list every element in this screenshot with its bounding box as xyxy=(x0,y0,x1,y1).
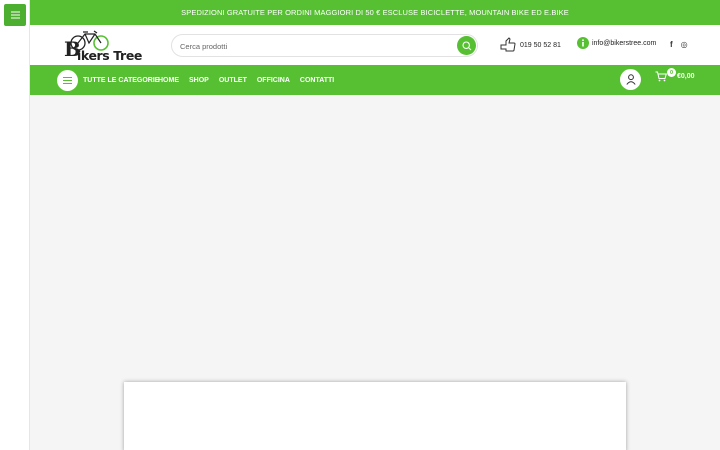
site-logo[interactable]: B ikers Tree xyxy=(64,29,146,63)
instagram-icon[interactable]: ◎ xyxy=(681,40,688,49)
popup-panel xyxy=(124,382,626,450)
search-bar xyxy=(171,34,478,57)
hamburger-icon xyxy=(10,11,20,19)
phone-number: 019 50 52 81 xyxy=(520,41,561,49)
nav-item-outlet[interactable]: OUTLET xyxy=(219,77,247,84)
logo-text: ikers Tree xyxy=(77,48,142,63)
nav-item-contatti[interactable]: CONTATTI xyxy=(300,77,334,84)
email-address: info@bikerstree.com xyxy=(592,39,657,47)
user-icon xyxy=(625,74,636,85)
nav-item-shop[interactable]: SHOP xyxy=(189,77,209,84)
nav-item-home[interactable]: HOME xyxy=(158,77,179,84)
all-categories-button[interactable]: TUTTE LE CATEGORIE xyxy=(57,70,159,91)
promo-text: SPEDIZIONI GRATUITE PER ORDINI MAGGIORI … xyxy=(181,8,569,17)
facebook-icon[interactable]: f xyxy=(670,40,673,49)
phone-contact[interactable]: 019 50 52 81 xyxy=(499,37,561,53)
search-button[interactable] xyxy=(457,36,476,55)
promo-bar: SPEDIZIONI GRATUITE PER ORDINI MAGGIORI … xyxy=(30,0,720,25)
account-button[interactable] xyxy=(620,69,641,90)
nav-item-officina[interactable]: OFFICINA xyxy=(257,77,290,84)
main-navigation: TUTTE LE CATEGORIE HOME SHOP OUTLET OFFI… xyxy=(30,65,720,95)
hamburger-icon xyxy=(63,77,72,84)
categories-menu-icon-circle xyxy=(57,70,78,91)
info-icon xyxy=(577,37,589,49)
social-links: f ◎ xyxy=(670,40,688,49)
cart-button[interactable]: 0 €0,00 xyxy=(655,68,695,82)
phone-hand-icon xyxy=(500,37,516,52)
email-contact[interactable]: info@bikerstree.com xyxy=(577,37,656,49)
cart-total: €0,00 xyxy=(677,73,695,80)
cart-icon xyxy=(655,71,667,82)
left-sidebar-strip xyxy=(0,0,30,450)
search-icon xyxy=(461,40,471,50)
search-input[interactable] xyxy=(180,39,450,53)
nav-menu: HOME SHOP OUTLET OFFICINA CONTATTI xyxy=(158,65,334,95)
sidebar-toggle-button[interactable] xyxy=(4,4,26,26)
all-categories-label: TUTTE LE CATEGORIE xyxy=(83,77,160,84)
cart-count-badge: 0 xyxy=(667,68,676,77)
site-header: B ikers Tree 019 50 52 81 info@bikerstre… xyxy=(30,25,720,65)
